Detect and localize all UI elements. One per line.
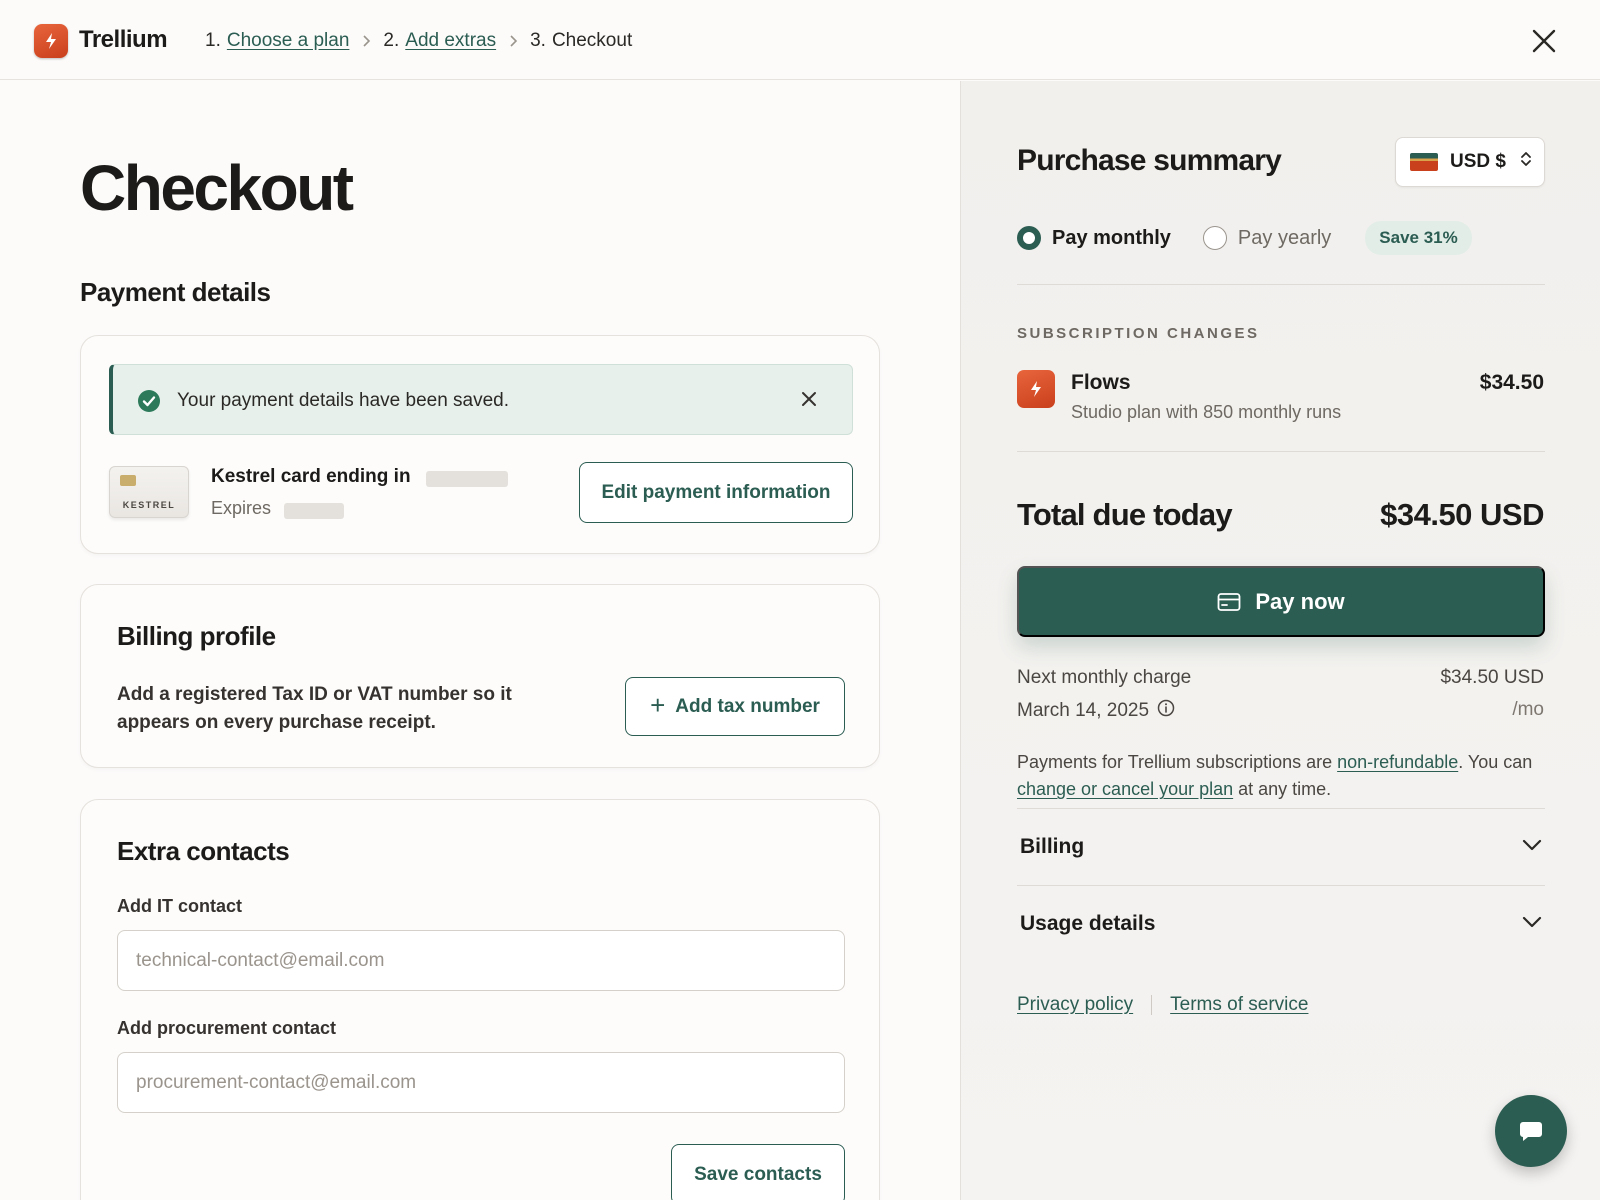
dismiss-alert-icon[interactable] <box>799 389 819 414</box>
brand-name: Trellium <box>79 26 168 53</box>
it-contact-input[interactable] <box>117 930 845 991</box>
payment-details-card: Your payment details have been saved. KE… <box>80 335 880 554</box>
step-link-choose-plan[interactable]: Choose a plan <box>227 30 350 52</box>
check-circle-icon <box>137 389 161 418</box>
usage-details-accordion[interactable]: Usage details <box>1017 886 1545 962</box>
procurement-contact-label: Add procurement contact <box>117 1018 337 1038</box>
redacted-card-number <box>426 471 508 487</box>
trellium-logo-icon <box>34 24 68 58</box>
chat-support-button[interactable] <box>1495 1095 1567 1167</box>
radio-selected-icon <box>1017 226 1041 250</box>
top-bar: Trellium 1. Choose a plan 2. Add extras … <box>0 0 1600 80</box>
next-charge-date-row: March 14, 2025 <box>1017 699 1175 723</box>
success-alert: Your payment details have been saved. <box>109 364 853 435</box>
chat-bubble-icon <box>1520 1122 1542 1141</box>
refund-text: Payments for Trellium subscriptions are <box>1017 752 1338 772</box>
chevron-down-icon <box>1521 915 1543 934</box>
divider <box>1017 284 1545 285</box>
refund-note: Payments for Trellium subscriptions are … <box>1017 749 1545 803</box>
save-badge: Save 31% <box>1365 221 1472 255</box>
chevron-right-icon <box>349 34 383 48</box>
next-charge-label: Next monthly charge <box>1017 667 1192 688</box>
checkout-steps: 1. Choose a plan 2. Add extras 3. Checko… <box>205 30 632 52</box>
extra-contacts-title: Extra contacts <box>117 836 290 866</box>
step-current-checkout: Checkout <box>551 30 633 51</box>
refund-text: at any time. <box>1233 779 1332 799</box>
billing-period-selector: Pay monthly Pay yearly Save 31% <box>1017 221 1472 255</box>
step-number: 2. <box>383 30 400 51</box>
add-tax-number-button[interactable]: + Add tax number <box>625 677 845 736</box>
chevron-down-icon <box>1521 838 1543 857</box>
card-label: Kestrel card ending in <box>211 466 411 487</box>
edit-payment-button[interactable]: Edit payment information <box>579 462 853 523</box>
refund-text: . You can <box>1458 752 1533 772</box>
billing-profile-title: Billing profile <box>117 621 276 651</box>
step-choose-plan: 1. Choose a plan <box>205 30 349 52</box>
next-charge-period: /mo <box>1512 699 1544 720</box>
card-chip-icon <box>120 475 136 486</box>
divider <box>1017 451 1545 452</box>
next-charge-price: $34.50 USD <box>1440 667 1544 688</box>
item-name: Flows <box>1071 371 1131 394</box>
subscription-changes-label: SUBSCRIPTION CHANGES <box>1017 325 1260 342</box>
total-due-value: $34.50 USD <box>1380 497 1544 532</box>
next-charge-date: March 14, 2025 <box>1017 700 1150 721</box>
plus-icon: + <box>650 689 666 720</box>
redacted-expiry <box>284 503 344 519</box>
billing-accordion-label: Billing <box>1020 835 1085 858</box>
chevron-right-icon <box>496 34 530 48</box>
non-refundable-link[interactable]: non-refundable <box>1337 752 1458 772</box>
pay-now-button[interactable]: Pay now <box>1017 566 1545 637</box>
total-due-label: Total due today <box>1017 497 1233 532</box>
procurement-contact-input[interactable] <box>117 1052 845 1113</box>
item-price: $34.50 <box>1479 371 1544 394</box>
terms-of-service-link[interactable]: Terms of service <box>1170 994 1308 1016</box>
pay-now-label: Pay now <box>1255 588 1345 614</box>
pay-yearly-label: Pay yearly <box>1237 226 1332 249</box>
billing-profile-card: Billing profile Add a registered Tax ID … <box>80 584 880 768</box>
billing-profile-description: Add a registered Tax ID or VAT number so… <box>117 684 512 733</box>
currency-flag-icon <box>1410 153 1438 171</box>
close-icon[interactable] <box>1530 27 1558 55</box>
currency-select[interactable]: USD $ <box>1395 137 1545 187</box>
flows-product-icon <box>1017 370 1055 408</box>
pay-yearly-radio[interactable]: Pay yearly <box>1202 226 1332 250</box>
credit-card-icon <box>1217 592 1241 611</box>
payment-details-title: Payment details <box>80 277 271 307</box>
privacy-policy-link[interactable]: Privacy policy <box>1017 994 1133 1016</box>
add-tax-number-label: Add tax number <box>675 695 820 717</box>
billing-accordion[interactable]: Billing <box>1017 809 1545 885</box>
currency-value: USD $ <box>1450 151 1506 172</box>
card-brand: KESTREL <box>122 500 176 510</box>
step-add-extras: 2. Add extras <box>383 30 496 52</box>
usage-details-accordion-label: Usage details <box>1020 912 1156 935</box>
card-image: KESTREL <box>109 466 189 518</box>
it-contact-label: Add IT contact <box>117 896 242 916</box>
step-number: 1. <box>205 30 221 51</box>
chevron-up-down-icon <box>1520 151 1532 173</box>
page-title: Checkout <box>80 152 354 224</box>
info-icon[interactable] <box>1157 699 1175 723</box>
checkout-main: Checkout Payment details Your payment de… <box>0 81 960 1200</box>
step-number: 3. <box>530 30 546 51</box>
alert-message: Your payment details have been saved. <box>177 390 510 411</box>
footer-divider <box>1151 995 1153 1015</box>
item-description: Studio plan with 850 monthly runs <box>1071 402 1342 422</box>
footer-links: Privacy policy Terms of service <box>1017 994 1308 1016</box>
step-link-add-extras[interactable]: Add extras <box>405 30 496 52</box>
change-cancel-plan-link[interactable]: change or cancel your plan <box>1017 779 1233 799</box>
pay-monthly-label: Pay monthly <box>1052 226 1171 249</box>
card-expires-label: Expires <box>211 498 272 518</box>
step-checkout: 3. Checkout <box>530 30 632 52</box>
radio-unselected-icon <box>1202 226 1227 250</box>
save-contacts-button[interactable]: Save contacts <box>671 1144 845 1200</box>
purchase-summary-title: Purchase summary <box>1017 144 1282 177</box>
purchase-summary-panel: Purchase summary USD $ Pay monthly Pay y… <box>960 81 1600 1200</box>
pay-monthly-radio[interactable]: Pay monthly <box>1017 226 1171 250</box>
extra-contacts-card: Extra contacts Add IT contact Add procur… <box>80 799 880 1200</box>
